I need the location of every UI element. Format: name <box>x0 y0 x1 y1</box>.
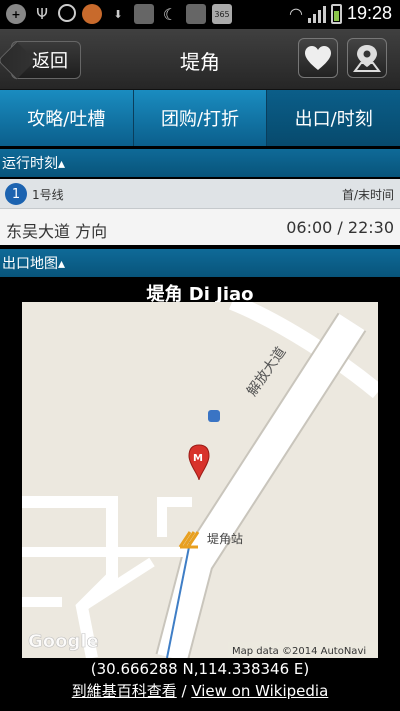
favorite-button[interactable] <box>298 38 338 78</box>
line-number-badge: 1 <box>5 183 27 205</box>
direction-row: 东吴大道 方向 06:00 / 22:30 <box>0 209 400 245</box>
wiki-en-link[interactable]: View on Wikipedia <box>191 682 328 700</box>
schedule-section-title: 运行时刻▴ <box>2 156 66 172</box>
no-signal-icon <box>134 4 154 24</box>
coordinates: (30.666288 N,114.338346 E) <box>90 660 310 678</box>
gps-icon <box>58 4 76 22</box>
title-bar: 返回 堤角 <box>0 29 400 90</box>
tab-exits-schedule[interactable]: 出口/时刻 <box>267 90 400 146</box>
download-icon: ⬇ <box>113 7 123 21</box>
app-icon <box>82 4 102 24</box>
tab-bar: 攻略/吐槽 团购/打折 出口/时刻 <box>0 90 400 146</box>
exit-map-section-title: 出口地图▴ <box>2 256 66 272</box>
tab-deals[interactable]: 团购/打折 <box>133 90 268 146</box>
status-time: 19:28 <box>346 3 392 23</box>
tab-guide-label: 攻略/吐槽 <box>27 109 106 130</box>
google-logo: Google <box>28 631 99 652</box>
line-header-row: 1 1号线 首/末时间 <box>0 179 400 209</box>
moon-icon: ☾ <box>162 4 178 24</box>
line-name: 1号线 <box>32 188 64 202</box>
schedule-section-header[interactable]: 运行时刻▴ <box>0 149 400 177</box>
tab-guide[interactable]: 攻略/吐槽 <box>0 90 134 146</box>
battery-icon <box>330 3 342 24</box>
tab-deals-label: 团购/打折 <box>160 109 240 130</box>
map-pin-icon <box>353 45 381 72</box>
wiki-cn-link[interactable]: 到維基百科查看 <box>72 682 177 700</box>
status-bar: + Ψ ⬇ ☾ 365 ◠ 19:28 <box>0 0 400 29</box>
add-icon: + <box>6 4 26 24</box>
exit-map-section-header[interactable]: 出口地图▴ <box>0 249 400 277</box>
calendar-icon: 365 <box>212 4 232 24</box>
bus-stop-icon <box>208 410 220 422</box>
marker-label: M <box>193 453 203 464</box>
tab-exits-schedule-label: 出口/时刻 <box>294 109 373 130</box>
exit-map-image[interactable]: 解放大道 堤角站 M Google Map data ©2014 AutoNav… <box>22 302 378 658</box>
direction-name: 东吴大道 方向 <box>6 222 108 241</box>
station-label: 堤角站 <box>207 532 243 546</box>
no-signal-icon-2 <box>186 4 206 24</box>
signal-icon <box>307 5 326 23</box>
wiki-links: 到維基百科查看 / View on Wikipedia <box>0 680 400 701</box>
heart-icon <box>305 46 331 70</box>
usb-icon: Ψ <box>36 5 48 23</box>
first-last-times: 06:00 / 22:30 <box>286 218 394 237</box>
map-credit: Map data ©2014 AutoNavi <box>232 646 366 657</box>
exit-map-panel: 堤角 Di Jiao 解放大道 堤角站 M Google Map data ©2… <box>0 278 400 711</box>
times-header: 首/末时间 <box>341 188 394 202</box>
link-separator: / <box>176 682 192 700</box>
wifi-icon: ◠ <box>288 4 303 23</box>
map-button[interactable] <box>347 38 387 78</box>
page-title: 堤角 <box>180 50 220 74</box>
